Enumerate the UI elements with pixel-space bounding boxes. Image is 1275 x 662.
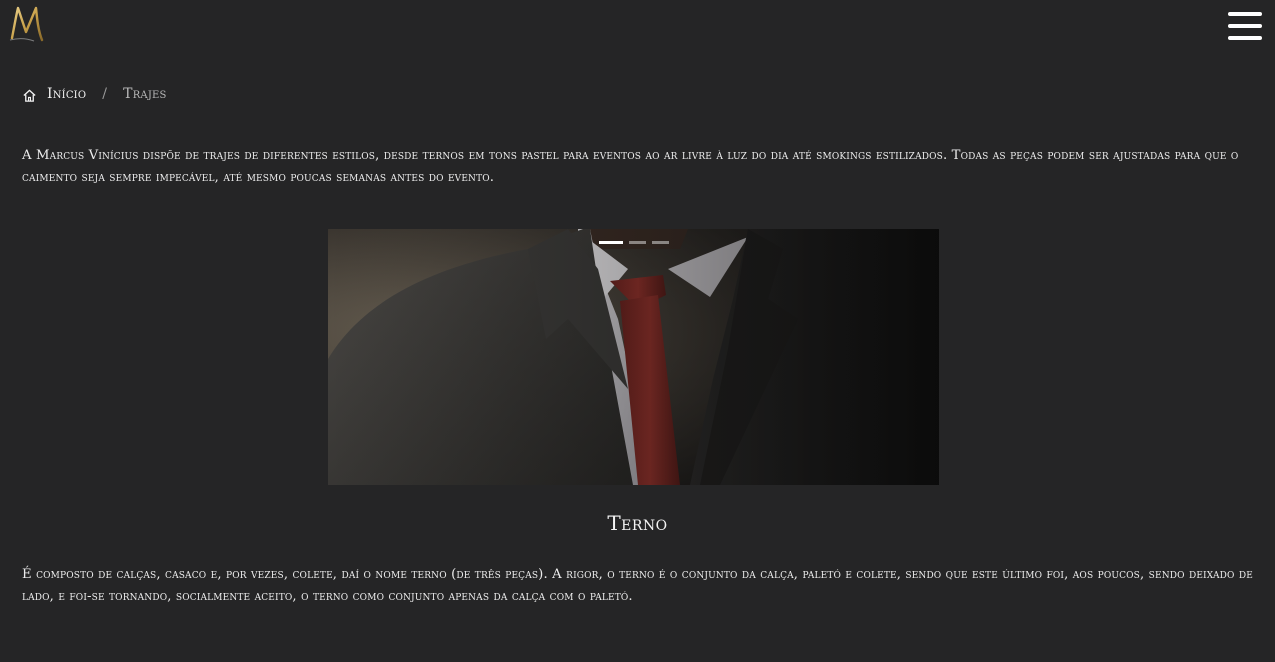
slide-title: Terno <box>607 511 668 535</box>
hamburger-menu-icon[interactable] <box>1228 12 1262 40</box>
menu-bar <box>1228 24 1262 28</box>
intro-paragraph: A Marcus Vinícius dispõe de trajes de di… <box>22 148 1239 185</box>
carousel[interactable] <box>328 229 939 485</box>
brand-logo[interactable] <box>6 2 50 44</box>
breadcrumb-home-link[interactable]: Início <box>47 86 86 102</box>
slide-description: É composto de calças, casaco e, por veze… <box>22 567 1253 604</box>
suit-image <box>328 229 939 485</box>
menu-bar <box>1228 36 1262 40</box>
carousel-indicators <box>328 241 939 244</box>
menu-bar <box>1228 12 1262 16</box>
breadcrumb-separator: / <box>102 86 108 102</box>
carousel-indicator-3[interactable] <box>651 241 669 244</box>
breadcrumb-current: Trajes <box>123 86 167 102</box>
carousel-indicator-2[interactable] <box>628 241 646 244</box>
home-icon[interactable] <box>22 88 37 103</box>
breadcrumb: Início / Trajes <box>22 85 167 103</box>
carousel-indicator-1[interactable] <box>598 241 623 244</box>
page: Início / Trajes A Marcus Vinícius dispõe… <box>0 0 1275 662</box>
